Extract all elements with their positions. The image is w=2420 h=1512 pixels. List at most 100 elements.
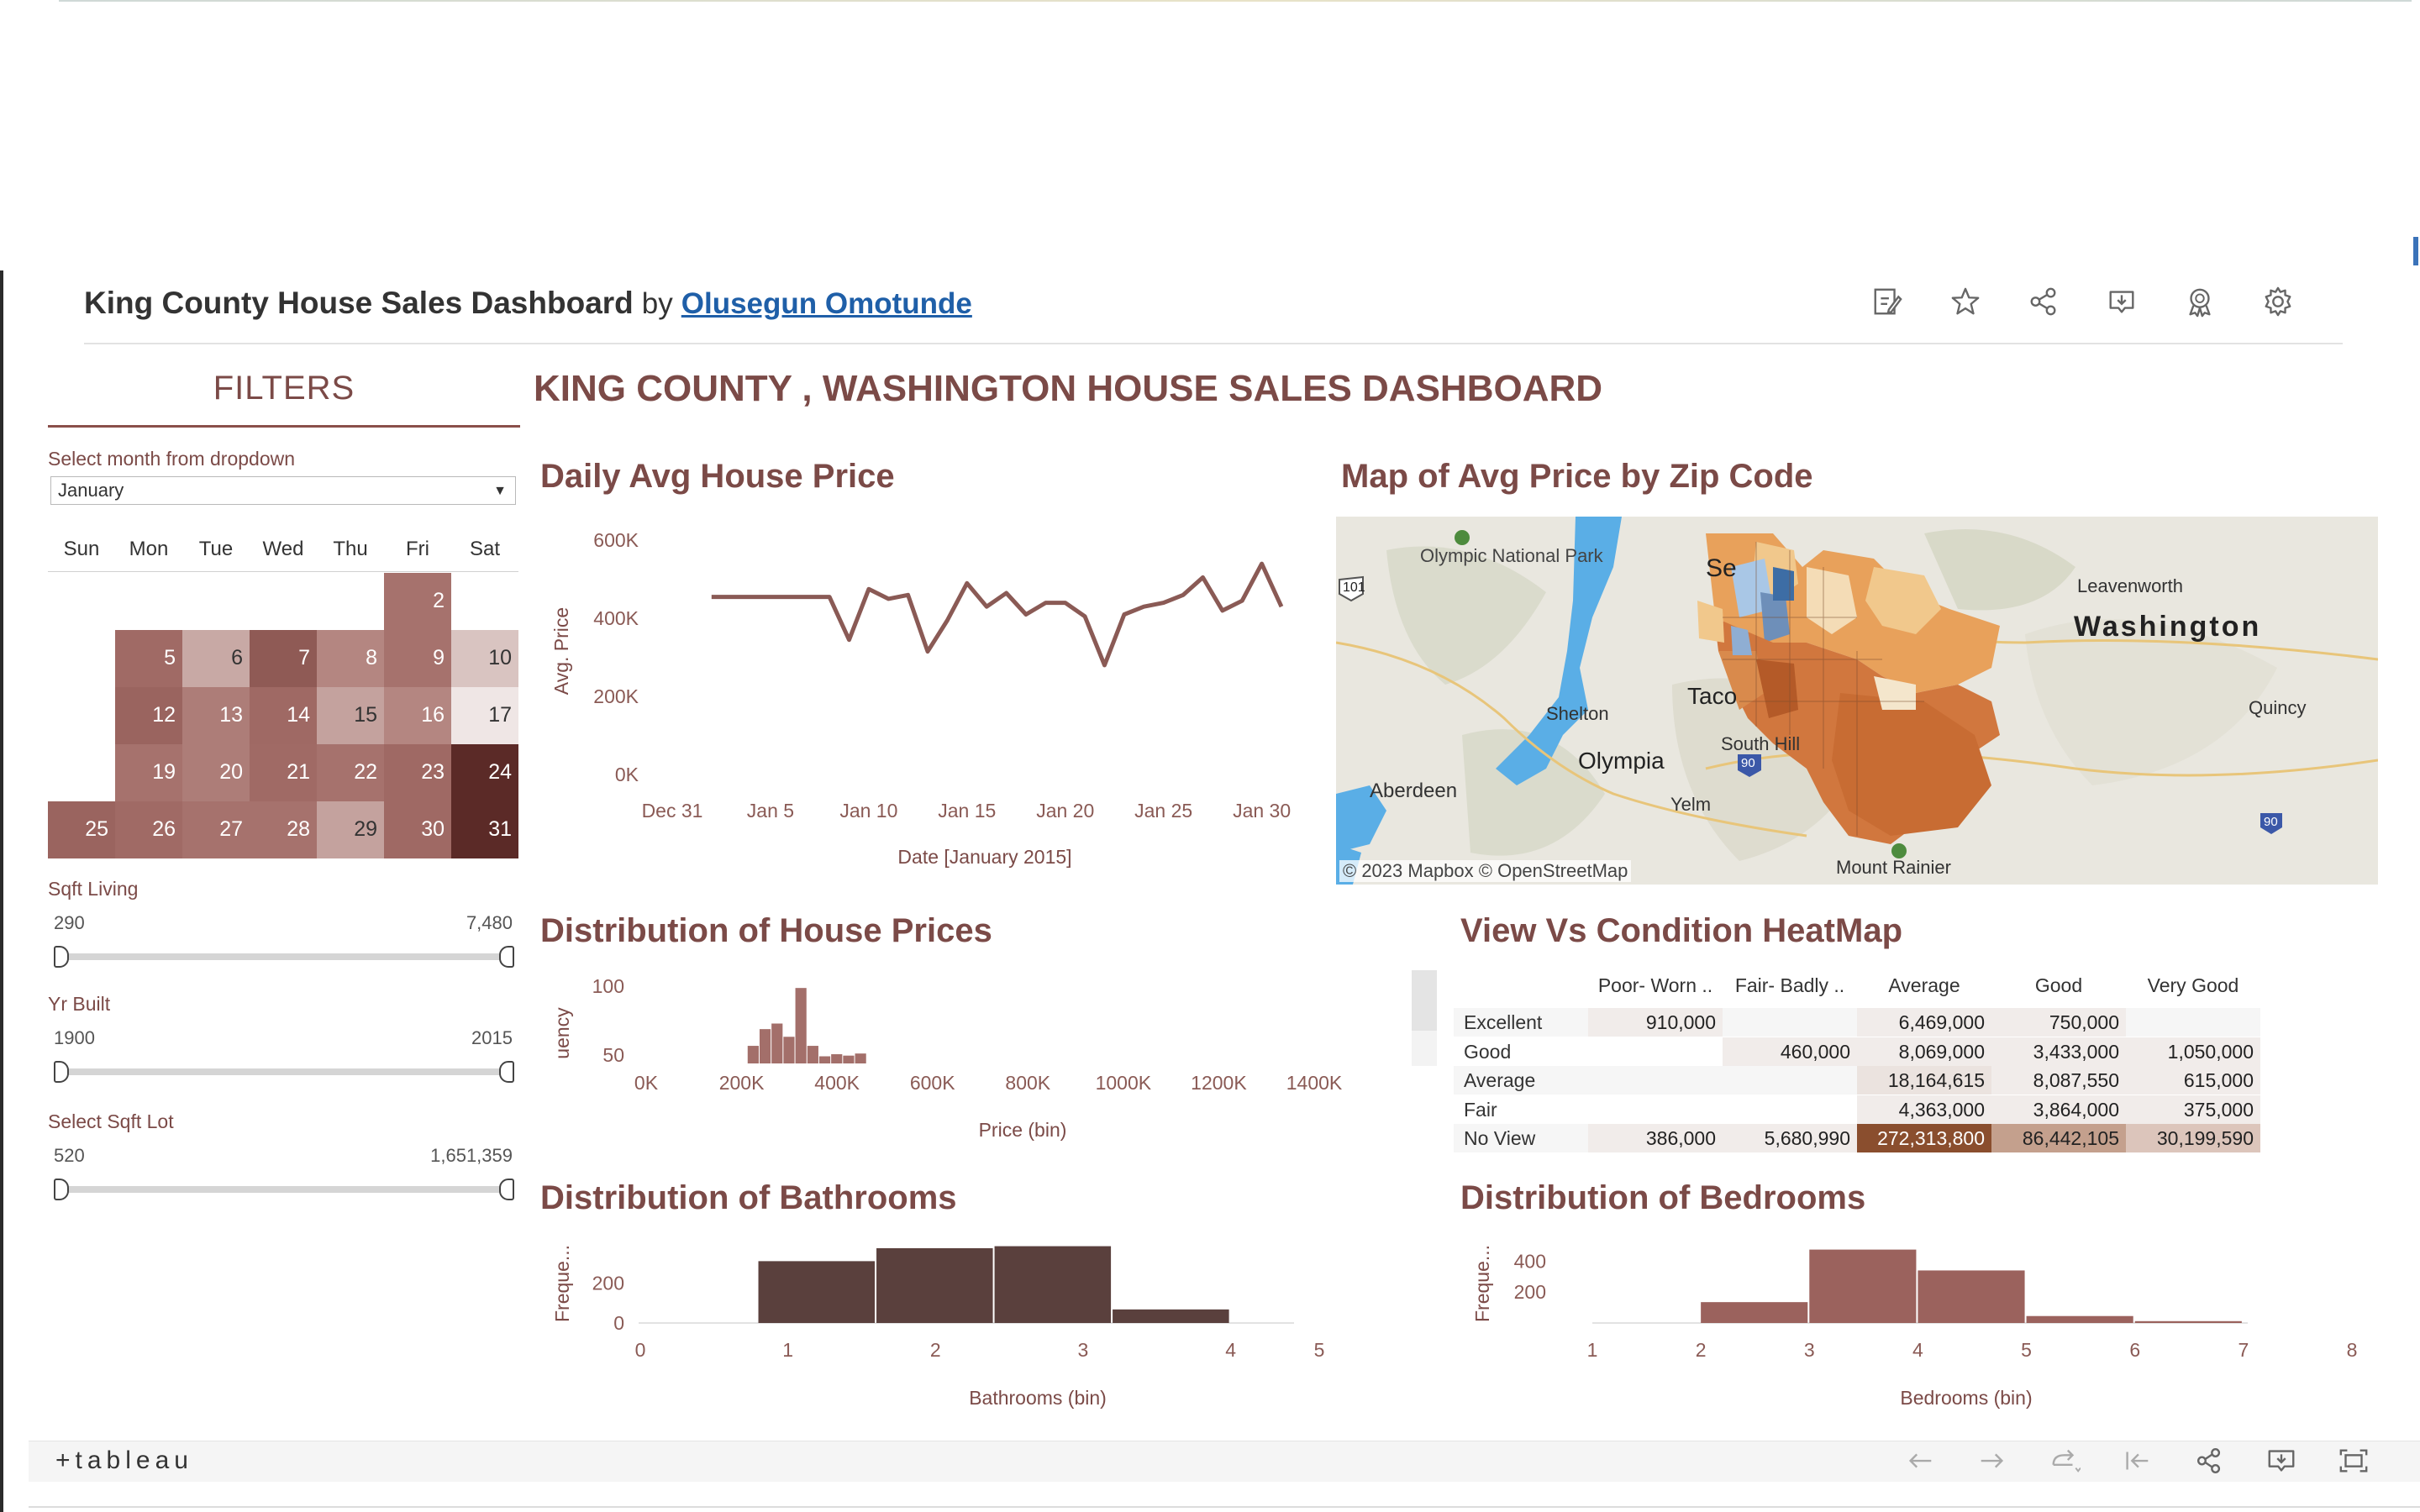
calendar-day-26[interactable]: 26 <box>115 801 182 858</box>
slider-min-handle-sqft-living[interactable] <box>54 946 69 968</box>
author-link[interactable]: Olusegun Omotunde <box>681 287 972 320</box>
fullscreen-icon[interactable] <box>2338 1446 2370 1475</box>
calendar-day-30[interactable]: 30 <box>384 801 451 858</box>
price-bar[interactable] <box>831 1054 843 1063</box>
heatmap-cell[interactable] <box>1588 1037 1723 1066</box>
price-bar[interactable] <box>771 1023 783 1064</box>
bedrooms-bar[interactable] <box>1918 1270 2025 1323</box>
slider-min-handle-sqft-lot[interactable] <box>54 1179 69 1200</box>
download-icon[interactable] <box>2106 286 2138 318</box>
heatmap-cell[interactable] <box>1588 1095 1723 1124</box>
calendar-day-8[interactable]: 8 <box>317 630 384 687</box>
calendar-day-9[interactable]: 9 <box>384 630 451 687</box>
calendar-day-24[interactable]: 24 <box>451 744 518 801</box>
bedrooms-bar[interactable] <box>1809 1249 1917 1323</box>
heatmap-cell[interactable]: 460,000 <box>1723 1037 1857 1066</box>
heatmap-cell[interactable]: 910,000 <box>1588 1008 1723 1037</box>
price-bar[interactable] <box>795 988 807 1063</box>
calendar-day-22[interactable]: 22 <box>317 744 384 801</box>
price-bar[interactable] <box>855 1053 866 1063</box>
heatmap-cell[interactable]: 750,000 <box>1991 1008 2126 1037</box>
bathrooms-bar[interactable] <box>1113 1309 1229 1323</box>
heatmap-cell[interactable]: 5,680,990 <box>1723 1124 1857 1152</box>
slider-max-handle-sqft-living[interactable] <box>499 946 514 968</box>
heatmap-cell[interactable]: 272,313,800 <box>1857 1124 1991 1152</box>
heatmap-cell[interactable]: 6,469,000 <box>1857 1008 1991 1037</box>
heatmap-cell[interactable]: 615,000 <box>2126 1066 2260 1095</box>
heatmap-cell[interactable]: 8,087,550 <box>1991 1066 2126 1095</box>
bedrooms-bar[interactable] <box>2134 1320 2242 1323</box>
slider-track-yr-built[interactable] <box>60 1068 508 1075</box>
calendar-day-23[interactable]: 23 <box>384 744 451 801</box>
bathrooms-bar[interactable] <box>876 1247 993 1323</box>
calendar-day-7[interactable]: 7 <box>250 630 317 687</box>
heatmap-cell[interactable] <box>1723 1095 1857 1124</box>
calendar-day-12[interactable]: 12 <box>115 687 182 744</box>
revert-icon[interactable] <box>2049 1446 2081 1475</box>
calendar-day-19[interactable]: 19 <box>115 744 182 801</box>
calendar-day-10[interactable]: 10 <box>451 630 518 687</box>
heatmap-cell[interactable] <box>1723 1008 1857 1037</box>
share-icon[interactable] <box>2028 286 2060 318</box>
calendar-day-27[interactable]: 27 <box>182 801 250 858</box>
heatmap-cell[interactable]: 4,363,000 <box>1857 1095 1991 1124</box>
calendar-day-6[interactable]: 6 <box>182 630 250 687</box>
heatmap-cell[interactable] <box>1588 1066 1723 1095</box>
map-attribution[interactable]: © 2023 Mapbox © OpenStreetMap <box>1339 860 1632 882</box>
price-bar[interactable] <box>843 1055 855 1063</box>
slider-min-handle-yr-built[interactable] <box>54 1061 69 1083</box>
heatmap-cell[interactable]: 3,864,000 <box>1991 1095 2126 1124</box>
heatmap-cell[interactable]: 375,000 <box>2126 1095 2260 1124</box>
heatmap-cell[interactable]: 86,442,105 <box>1991 1124 2126 1152</box>
slider-track-sqft-lot[interactable] <box>60 1186 508 1193</box>
heatmap-cell[interactable]: 3,433,000 <box>1991 1037 2126 1066</box>
badge-icon[interactable] <box>2184 286 2216 318</box>
redo-icon[interactable] <box>1976 1446 2008 1475</box>
heatmap-cell[interactable]: 386,000 <box>1588 1124 1723 1152</box>
calendar-day-31[interactable]: 31 <box>451 801 518 858</box>
footer-share-icon[interactable] <box>2193 1446 2225 1475</box>
bathrooms-bar[interactable] <box>758 1261 876 1323</box>
heatmap-cell[interactable]: 1,050,000 <box>2126 1037 2260 1066</box>
footer-download-icon[interactable] <box>2265 1446 2297 1475</box>
price-bar[interactable] <box>818 1056 831 1063</box>
heatmap-cell[interactable]: 30,199,590 <box>2126 1124 2260 1152</box>
reset-icon[interactable] <box>2121 1446 2153 1475</box>
calendar-day-16[interactable]: 16 <box>384 687 451 744</box>
calendar-day-17[interactable]: 17 <box>451 687 518 744</box>
heatmap-cell[interactable] <box>1723 1066 1857 1095</box>
heatmap-cell[interactable]: 18,164,615 <box>1857 1066 1991 1095</box>
heatmap-cell[interactable]: 8,069,000 <box>1857 1037 1991 1066</box>
calendar-day-15[interactable]: 15 <box>317 687 384 744</box>
zip-code-map[interactable]: Olympic National Park Se Leavenworth Was… <box>1336 517 2378 885</box>
calendar-day-29[interactable]: 29 <box>317 801 384 858</box>
calendar-day-2[interactable]: 2 <box>384 573 451 630</box>
calendar-day-13[interactable]: 13 <box>182 687 250 744</box>
calendar-day-28[interactable]: 28 <box>250 801 317 858</box>
tableau-logo[interactable]: +tableau <box>55 1446 193 1475</box>
heatmap-cell[interactable] <box>2126 1008 2260 1037</box>
price-series-line[interactable] <box>711 561 1284 668</box>
calendar-day-20[interactable]: 20 <box>182 744 250 801</box>
calendar-day-21[interactable]: 21 <box>250 744 317 801</box>
heatmap-scrollbar[interactable] <box>1412 970 1437 1071</box>
price-bar[interactable] <box>747 1046 759 1063</box>
bedrooms-bar[interactable] <box>1701 1302 1808 1323</box>
slider-track-sqft-living[interactable] <box>60 953 508 960</box>
price-bar[interactable] <box>783 1037 795 1063</box>
month-dropdown[interactable]: January ▼ <box>50 476 516 505</box>
calendar-day-5[interactable]: 5 <box>115 630 182 687</box>
price-bar[interactable] <box>759 1029 771 1063</box>
slider-max-handle-sqft-lot[interactable] <box>499 1179 514 1200</box>
gear-icon[interactable] <box>2262 286 2294 318</box>
star-icon[interactable] <box>1949 286 1981 318</box>
bathrooms-bar[interactable] <box>994 1246 1112 1323</box>
calendar-day-14[interactable]: 14 <box>250 687 317 744</box>
calendar-day-25[interactable]: 25 <box>48 801 115 858</box>
slider-max-handle-yr-built[interactable] <box>499 1061 514 1083</box>
bedrooms-bar[interactable] <box>2026 1315 2133 1323</box>
undo-icon[interactable] <box>1904 1446 1936 1475</box>
edit-icon[interactable] <box>1871 286 1903 318</box>
scroll-marker[interactable] <box>2413 237 2418 265</box>
price-bar[interactable] <box>807 1046 818 1063</box>
